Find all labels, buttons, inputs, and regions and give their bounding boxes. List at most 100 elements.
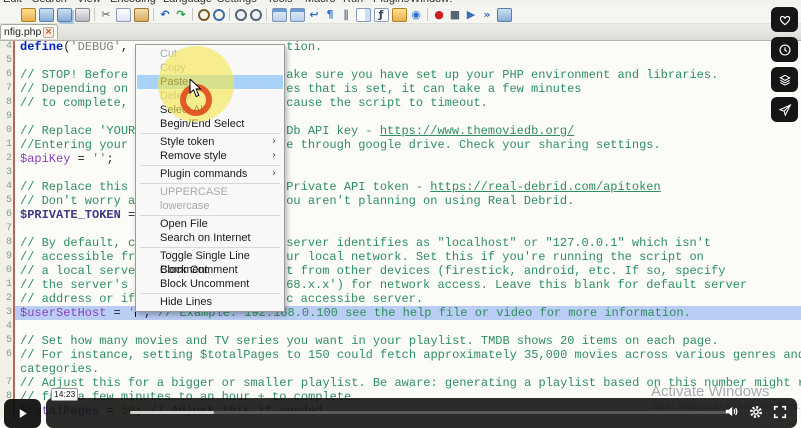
line-number: 6 — [0, 68, 13, 82]
code-line: 0// Replace 'YOURDb API key - https://ww… — [0, 124, 801, 138]
print-icon[interactable] — [75, 8, 90, 22]
code-token: e through google drive. Check your shari… — [286, 138, 660, 152]
code-token: // address or if — [20, 292, 135, 306]
code-line: 7 — [0, 222, 801, 236]
context-menu-item-open-file[interactable]: Open File — [137, 217, 283, 231]
context-menu-item-search-on-internet[interactable]: Search on Internet — [137, 231, 283, 245]
line-number: 2 — [0, 152, 13, 166]
tab-label: nfig.php — [4, 26, 43, 39]
code-line: 1// the server's 68.x.x') for network ac… — [0, 278, 801, 292]
code-token: , — [121, 40, 135, 54]
code-line: 9// accessible frur local network. Set t… — [0, 250, 801, 264]
find-icon[interactable] — [198, 9, 210, 21]
menu-separator — [140, 215, 280, 216]
code-link[interactable]: https://real-debrid.com/apitoken — [430, 180, 660, 194]
sync-v-scroll-icon[interactable] — [272, 8, 287, 22]
line-number: 5 — [0, 54, 13, 68]
line-number: 0 — [0, 264, 13, 278]
context-menu-item-uppercase[interactable]: UPPERCASE — [137, 185, 283, 199]
code-token: define — [20, 40, 63, 54]
context-menu-item-remove-style[interactable]: Remove style› — [137, 149, 283, 163]
gear-icon — [748, 404, 764, 420]
tab-bar: nfig.php × — [0, 24, 801, 41]
like-button[interactable] — [771, 7, 798, 32]
code-link[interactable]: https://www.themoviedb.org/ — [380, 124, 574, 138]
tab-close-icon[interactable]: × — [43, 27, 54, 38]
line-number: 6 — [0, 348, 13, 362]
code-token: $PRIVATE_TOKEN — [20, 208, 121, 222]
seek-time-tooltip: 14:23 — [51, 388, 78, 401]
share-button[interactable] — [771, 97, 798, 122]
submenu-arrow-icon: › — [272, 149, 276, 163]
code-line: 5 — [0, 54, 801, 68]
toolbar-separator — [192, 8, 193, 21]
video-frame[interactable]: EditSearchViewEncodingLanguageSettingsTo… — [0, 0, 801, 428]
function-list-icon[interactable]: ƒ — [374, 8, 389, 22]
record-macro-icon[interactable]: ● — [433, 9, 446, 21]
code-text: categories. — [15, 362, 801, 376]
context-menu-item-block-uncomment[interactable]: Block Uncomment — [137, 277, 283, 291]
code-text — [15, 54, 801, 68]
context-menu-item-hide-lines[interactable]: Hide Lines — [137, 295, 283, 309]
monitoring-icon[interactable]: ◉ — [410, 9, 423, 21]
stop-macro-icon[interactable]: ■ — [449, 9, 462, 21]
zoom-in-icon[interactable] — [235, 9, 247, 21]
redo-icon[interactable]: ↷ — [175, 9, 188, 21]
volume-button[interactable] — [723, 403, 740, 425]
sync-h-scroll-icon[interactable] — [290, 8, 305, 22]
code-text — [15, 222, 801, 236]
code-editor[interactable]: 4define('DEBUG', tion.56// STOP! Before … — [0, 40, 801, 428]
word-wrap-icon[interactable]: ↩ — [308, 9, 321, 21]
volume-icon — [723, 403, 740, 420]
paste-icon[interactable] — [134, 8, 149, 22]
code-text: //Entering your e through google drive. … — [15, 138, 801, 152]
context-menu-item-plugin-commands[interactable]: Plugin commands› — [137, 167, 283, 181]
code-text: // accessible frur local network. Set th… — [15, 250, 801, 264]
code-token: ; — [106, 152, 113, 166]
undo-icon[interactable]: ↶ — [159, 9, 172, 21]
code-token: $userSetHost — [20, 306, 106, 320]
line-number: 5 — [0, 334, 13, 348]
code-line: 4 — [0, 320, 801, 334]
code-line: 6$PRIVATE_TOKEN = — [0, 208, 801, 222]
code-token: categories. — [20, 362, 99, 376]
mouse-cursor-icon — [189, 79, 203, 104]
document-map-icon[interactable] — [356, 8, 371, 22]
code-line: 7// Depending on es that is set, it can … — [0, 82, 801, 96]
settings-button[interactable] — [748, 404, 764, 425]
toolbar-separator — [229, 8, 230, 21]
toolbar: ✂ ↶↷ ↩¶∥ ƒ ◉ ●■▶» — [0, 6, 801, 24]
line-number: 8 — [0, 96, 13, 110]
line-number: 3 — [0, 166, 13, 180]
play-button[interactable] — [4, 399, 41, 428]
context-menu-item-style-token[interactable]: Style token› — [137, 135, 283, 149]
open-folder-icon[interactable] — [21, 8, 36, 22]
zoom-out-icon[interactable] — [250, 9, 262, 21]
menu-separator — [140, 247, 280, 248]
run-macro-multiple-icon[interactable]: » — [481, 9, 494, 21]
replace-icon[interactable] — [213, 9, 225, 21]
cut-icon[interactable]: ✂ — [100, 9, 113, 21]
watch-later-button[interactable] — [771, 37, 798, 62]
code-text: // By default, cserver identifies as "lo… — [15, 236, 801, 250]
context-menu-item-lowercase[interactable]: lowercase — [137, 199, 283, 213]
show-all-chars-icon[interactable]: ¶ — [324, 9, 337, 21]
code-token: // STOP! Before — [20, 68, 135, 82]
tab-config-php[interactable]: nfig.php × — [0, 24, 58, 39]
play-macro-icon[interactable]: ▶ — [465, 9, 478, 21]
context-menu-item-block-comment[interactable]: Block Comment — [137, 263, 283, 277]
code-text: // Don't worry aou aren't planning on us… — [15, 194, 801, 208]
save-all-icon[interactable] — [57, 8, 72, 22]
context-menu-item-toggle-single-line-comment[interactable]: Toggle Single Line Comment — [137, 249, 283, 263]
new-file-icon[interactable] — [5, 9, 18, 21]
indent-guide-icon[interactable]: ∥ — [340, 9, 353, 21]
line-number: 4 — [0, 180, 13, 194]
folder-workspace-icon[interactable] — [392, 8, 407, 22]
line-number: 4 — [0, 40, 13, 54]
save-macro-icon[interactable] — [497, 8, 512, 22]
add-to-collection-button[interactable] — [771, 67, 798, 92]
seek-bar[interactable] — [130, 411, 730, 414]
copy-icon[interactable] — [116, 8, 131, 22]
save-icon[interactable] — [39, 8, 54, 22]
fullscreen-button[interactable] — [772, 404, 788, 425]
